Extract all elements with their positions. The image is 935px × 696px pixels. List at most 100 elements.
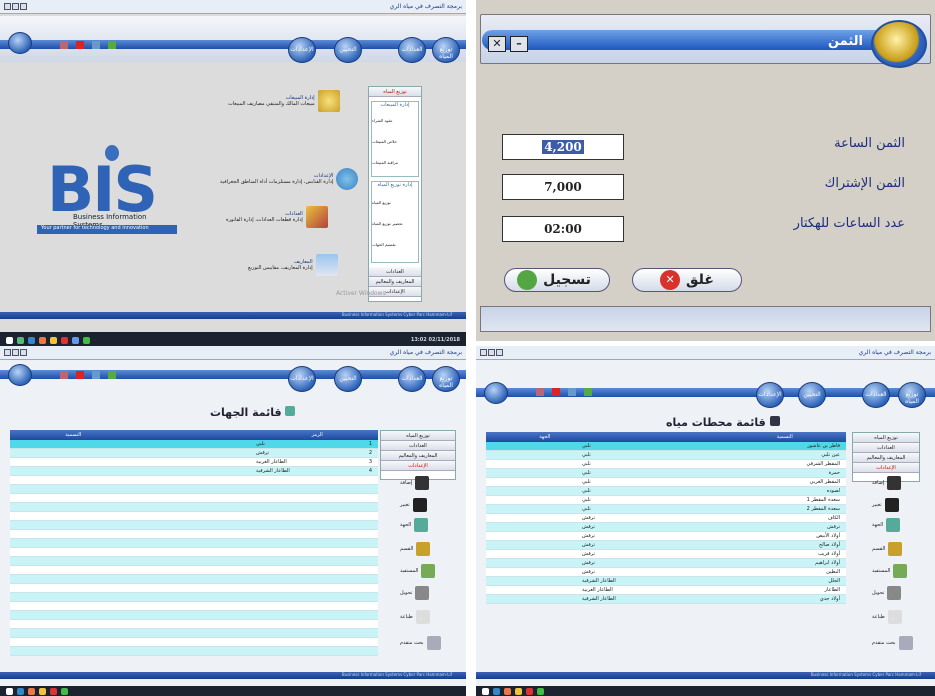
- side-action[interactable]: القسم: [400, 542, 431, 556]
- table-row[interactable]: [10, 647, 378, 656]
- table-row[interactable]: [10, 476, 378, 485]
- back-icon[interactable]: [60, 371, 68, 379]
- nav-meters[interactable]: العدادات: [381, 441, 455, 451]
- table-row[interactable]: تلبي لصوده: [486, 487, 846, 496]
- side-action[interactable]: إضافة: [872, 476, 902, 490]
- tab-meters[interactable]: العدادات: [398, 37, 426, 63]
- nav-item-sales-payment[interactable]: خلاص المبيعات: [372, 139, 418, 144]
- firefox-icon[interactable]: [39, 336, 46, 344]
- table-row[interactable]: [10, 566, 378, 575]
- table-row[interactable]: [10, 602, 378, 611]
- tab-distribution[interactable]: توزيع المياه: [432, 37, 460, 63]
- side-action[interactable]: تغيير: [400, 498, 427, 512]
- table-row[interactable]: ترقش أولاد صالح: [486, 541, 846, 550]
- nav-item-distribute[interactable]: توزيع المياه: [372, 200, 418, 205]
- table-row[interactable]: [10, 611, 378, 620]
- browser-icon[interactable]: [28, 336, 35, 344]
- side-action[interactable]: القسم: [872, 542, 903, 556]
- app-icon-green[interactable]: [61, 687, 68, 695]
- edit-icon[interactable]: [568, 388, 576, 396]
- nav-tariffs[interactable]: المعاريف والمعاليم: [381, 451, 455, 461]
- side-action[interactable]: تحويل: [400, 586, 430, 600]
- table-row[interactable]: ترقش أولاد قريب: [486, 550, 846, 559]
- feature-tariffs[interactable]: المعاريف إدارة المعاريف، مقاييس التوزيع: [248, 254, 338, 276]
- table-row[interactable]: الطاعار الشرقية الجلل: [486, 577, 846, 586]
- leaf-icon[interactable]: [584, 388, 592, 396]
- table-row[interactable]: تلبي عين تلبي: [486, 451, 846, 460]
- browser-icon[interactable]: [17, 687, 24, 695]
- nav-meters[interactable]: العدادات: [853, 443, 919, 453]
- side-action[interactable]: الجهة: [872, 518, 901, 532]
- table-row[interactable]: تلبي سعدة المقطر 2: [486, 505, 846, 514]
- window-controls[interactable]: [4, 3, 27, 10]
- table-row[interactable]: [10, 521, 378, 530]
- side-action[interactable]: بحث متقدم: [872, 636, 913, 650]
- app-orb[interactable]: [484, 382, 508, 404]
- table-row[interactable]: ترقش أولاد الأبيض: [486, 532, 846, 541]
- tab-meters[interactable]: العدادات: [398, 366, 426, 392]
- windows-start-icon[interactable]: [482, 687, 489, 695]
- table-row[interactable]: [10, 557, 378, 566]
- edit-icon[interactable]: [92, 41, 100, 49]
- table-row[interactable]: ترقش أولاد ابراهيم: [486, 559, 846, 568]
- folder-icon[interactable]: [50, 336, 57, 344]
- table-row[interactable]: تلبي المقطر الشرقي: [486, 460, 846, 469]
- nav-item-prepare[interactable]: تحضير توزيع المياه: [372, 221, 418, 226]
- feature-meters[interactable]: العدادات إدارة قطعات العدادات، إدارة الفا…: [226, 206, 328, 228]
- windows-start-icon[interactable]: [6, 336, 13, 344]
- app-orb[interactable]: [8, 32, 32, 54]
- table-row[interactable]: [10, 575, 378, 584]
- dialog-close-button[interactable]: ✕: [488, 36, 506, 52]
- table-row[interactable]: [10, 494, 378, 503]
- table-row[interactable]: ترقش ترقش: [486, 523, 846, 532]
- nav-tariffs[interactable]: المعاريف والمعاليم: [369, 277, 421, 287]
- tab-settings[interactable]: الإعدادات: [288, 37, 316, 63]
- table-row[interactable]: ترقش الكاف: [486, 514, 846, 523]
- side-action[interactable]: بحث متقدم: [400, 636, 441, 650]
- windows-start-icon[interactable]: [6, 687, 13, 695]
- app-icon-red[interactable]: [61, 336, 68, 344]
- close-icon[interactable]: [76, 371, 84, 379]
- nav-header[interactable]: توزيع المياه: [369, 87, 421, 97]
- close-icon[interactable]: [76, 41, 84, 49]
- tab-meters[interactable]: العدادات: [862, 382, 890, 408]
- hour-price-field[interactable]: 4,200: [502, 134, 624, 160]
- table-row[interactable]: تلبي 1: [10, 440, 378, 449]
- back-icon[interactable]: [536, 388, 544, 396]
- window-controls[interactable]: [4, 349, 27, 356]
- folder-icon[interactable]: [515, 687, 522, 695]
- edit-icon[interactable]: [92, 371, 100, 379]
- nav-item-sales-control[interactable]: مراقبة المبيعات: [372, 160, 418, 165]
- side-action[interactable]: المستفيد: [400, 564, 436, 578]
- feature-settings[interactable]: الإعدادات إدارة القنابس، إدارة مستلزمات أ…: [220, 168, 359, 190]
- nav-meters[interactable]: العدادات: [369, 267, 421, 277]
- tab-update[interactable]: التحيين: [334, 37, 362, 63]
- firefox-icon[interactable]: [504, 687, 511, 695]
- nav-item-purchase[interactable]: عقود الشراء: [372, 118, 418, 123]
- table-row[interactable]: [10, 593, 378, 602]
- close-button[interactable]: ✕ غلق: [632, 268, 742, 292]
- tab-distribution[interactable]: توزيع المياه: [432, 366, 460, 392]
- table-row[interactable]: [10, 503, 378, 512]
- close-icon[interactable]: [552, 388, 560, 396]
- leaf-icon[interactable]: [108, 371, 116, 379]
- nav-item-regions[interactable]: تقسيم الجهات: [372, 242, 418, 247]
- table-row[interactable]: تلبي قاطر بن عاشور: [486, 442, 846, 451]
- table-row[interactable]: الطاعار الشرقية أولاد جدي: [486, 595, 846, 604]
- table-row[interactable]: تلبي حمرة: [486, 469, 846, 478]
- table-row[interactable]: [10, 512, 378, 521]
- app-icon-red[interactable]: [526, 687, 533, 695]
- app-orb[interactable]: [8, 364, 32, 386]
- table-row[interactable]: [10, 620, 378, 629]
- browser-icon[interactable]: [493, 687, 500, 695]
- side-action[interactable]: إضافة: [400, 476, 430, 490]
- app-icon-green[interactable]: [537, 687, 544, 695]
- side-action[interactable]: الجهة: [400, 518, 429, 532]
- task-app-icon[interactable]: [17, 336, 24, 344]
- table-row[interactable]: تلبي المقطر الغربي: [486, 478, 846, 487]
- table-row[interactable]: [10, 539, 378, 548]
- table-row[interactable]: الطاعار الغربية 3: [10, 458, 378, 467]
- nav-distribution[interactable]: توزيع المياه: [381, 431, 455, 441]
- hours-per-hectare-field[interactable]: 02:00: [502, 216, 624, 242]
- side-action[interactable]: طباعة: [872, 610, 902, 624]
